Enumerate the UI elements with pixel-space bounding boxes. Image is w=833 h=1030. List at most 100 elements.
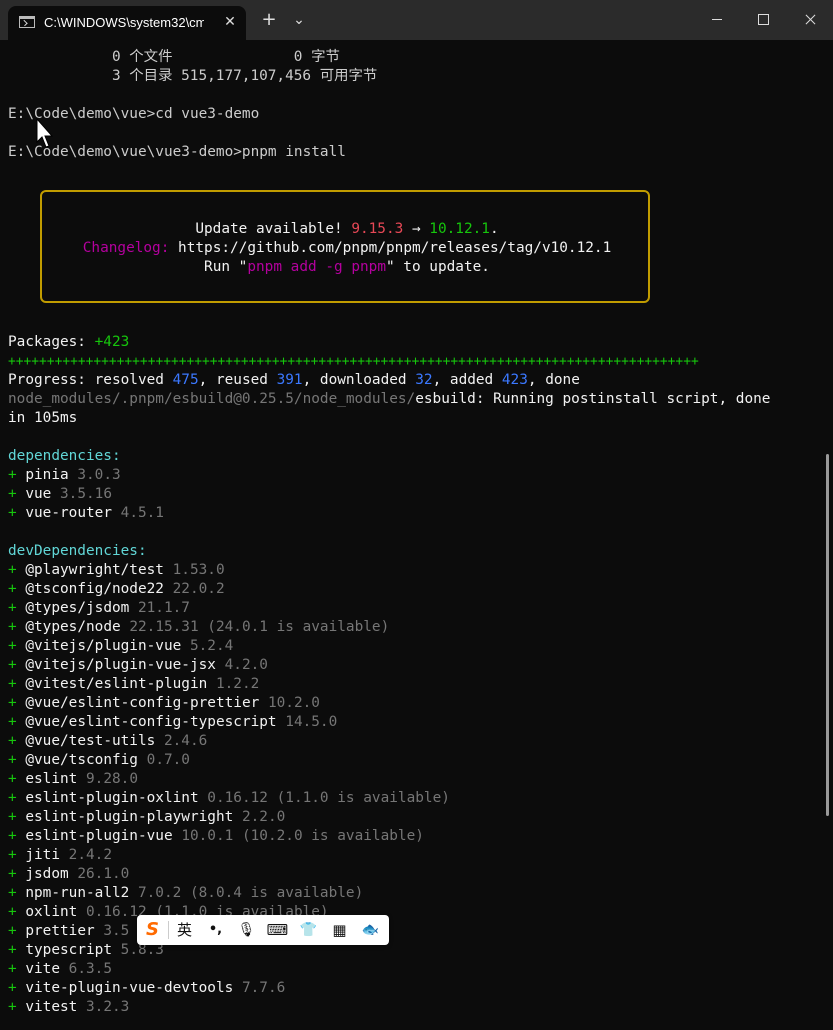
dev-dependencies-header: devDependencies: (8, 543, 147, 559)
update-notice-box: Update available! 9.15.3 → 10.12.1. Chan… (40, 190, 650, 303)
package-note: (1.1.0 is available) (267, 790, 450, 806)
package-version: 22.0.2 (172, 581, 225, 597)
package-row: + npm-run-all2 7.0.2 (8.0.4 is available… (8, 884, 363, 903)
package-row: + prettier 3.5 (8, 922, 129, 941)
sogou-logo-icon[interactable]: S (137, 915, 168, 945)
added-marker: + (8, 885, 17, 901)
title-bar: C:\WINDOWS\system32\cmd.e ✕ + ⌄ (0, 0, 833, 40)
added-marker: + (8, 752, 17, 768)
added-marker: + (8, 581, 17, 597)
microphone-icon[interactable]: 🎙 (231, 915, 262, 945)
ime-language-toggle[interactable]: 英 (169, 915, 200, 945)
package-version: 10.2.0 (267, 695, 320, 711)
added-marker: + (8, 866, 17, 882)
package-row: + vite 6.3.5 (8, 960, 112, 979)
package-row: + eslint 9.28.0 (8, 770, 138, 789)
package-version: 5.2.4 (189, 638, 234, 654)
tab-close-button[interactable]: ✕ (220, 12, 240, 32)
added-marker: + (8, 467, 17, 483)
package-row: + @types/jsdom 21.1.7 (8, 599, 190, 618)
added-marker: + (8, 695, 17, 711)
skin-icon[interactable]: 👕 (293, 915, 324, 945)
package-row: + @vue/test-utils 2.4.6 (8, 732, 207, 751)
package-version: 3.5 (103, 923, 130, 939)
package-name: @vue/eslint-config-typescript (25, 714, 277, 730)
package-row: + @playwright/test 1.53.0 (8, 561, 225, 580)
package-note: (24.0.1 is available) (198, 619, 390, 635)
package-name: @vue/tsconfig (25, 752, 138, 768)
package-version: 2.2.0 (241, 809, 286, 825)
toolbox-icon[interactable]: ▦ (324, 915, 355, 945)
changelog-line: Changelog: https://github.com/pnpm/pnpm/… (82, 240, 612, 256)
package-row: + @vue/tsconfig 0.7.0 (8, 751, 190, 770)
package-name: vue-router (25, 505, 112, 521)
package-row: + jsdom 26.1.0 (8, 865, 129, 884)
package-name: npm-run-all2 (25, 885, 130, 901)
package-version: 2.4.2 (68, 847, 112, 863)
package-version: 3.2.3 (86, 999, 130, 1015)
new-tab-button[interactable]: + (257, 8, 281, 32)
package-row: + vue-router 4.5.1 (8, 504, 164, 523)
package-row: + eslint-plugin-playwright 2.2.0 (8, 808, 285, 827)
progress-bar: ++++++++++++++++++++++++++++++++++++++++… (8, 354, 699, 369)
package-version: 21.1.7 (137, 600, 190, 616)
package-version: 7.7.6 (241, 980, 286, 996)
package-name: vitest (25, 999, 78, 1015)
ime-toolbar[interactable]: S 英 •, 🎙 ⌨ 👕 ▦ 🐟 (137, 915, 389, 945)
postinstall-time: in 105ms (8, 410, 78, 426)
added-marker: + (8, 714, 17, 730)
package-version: 3.0.3 (77, 467, 121, 483)
package-version: 2.4.6 (163, 733, 208, 749)
package-version: 10.0.1 (181, 828, 234, 844)
maximize-button[interactable] (740, 0, 786, 40)
package-name: prettier (25, 923, 95, 939)
minimize-button[interactable] (694, 0, 740, 40)
added-marker: + (8, 600, 17, 616)
package-row: + @vitejs/plugin-vue 5.2.4 (8, 637, 233, 656)
package-name: eslint (25, 771, 78, 787)
keyboard-icon[interactable]: ⌨ (262, 915, 293, 945)
added-marker: + (8, 676, 17, 692)
package-name: vite-plugin-vue-devtools (25, 980, 234, 996)
new-version: 10.12.1 (429, 221, 490, 237)
scrollbar[interactable] (826, 454, 829, 816)
added-marker: + (8, 999, 17, 1015)
package-name: oxlint (25, 904, 78, 920)
package-row: + @vue/eslint-config-prettier 10.2.0 (8, 694, 320, 713)
package-name: vue (25, 486, 52, 502)
packages-line: Packages: +423 (8, 334, 130, 350)
tab-dropdown-button[interactable]: ⌄ (287, 8, 311, 32)
package-name: @playwright/test (25, 562, 164, 578)
package-name: @vitest/eslint-plugin (25, 676, 208, 692)
package-version: 7.0.2 (137, 885, 182, 901)
added-marker: + (8, 942, 17, 958)
added-marker: + (8, 638, 17, 654)
package-version: 6.3.5 (68, 961, 112, 977)
added-marker: + (8, 904, 17, 920)
added-marker: + (8, 562, 17, 578)
added-marker: + (8, 847, 17, 863)
added-marker: + (8, 505, 17, 521)
close-window-button[interactable] (787, 0, 833, 40)
package-name: @types/node (25, 619, 121, 635)
package-note: (10.2.0 is available) (233, 828, 424, 844)
terminal-tab[interactable]: C:\WINDOWS\system32\cmd.e ✕ (8, 6, 246, 40)
run-update-line: Run "pnpm add -g pnpm" to update. (204, 259, 490, 275)
package-row: + eslint-plugin-oxlint 0.16.12 (1.1.0 is… (8, 789, 450, 808)
punctuation-icon[interactable]: •, (200, 915, 231, 945)
dirs-summary: 3 个目录 515,177,107,456 可用字节 (8, 68, 378, 84)
added-marker: + (8, 809, 17, 825)
files-summary: 0 个文件 0 字节 (8, 49, 340, 65)
package-name: eslint-plugin-oxlint (25, 790, 199, 806)
update-command: pnpm add -g pnpm (247, 259, 386, 275)
mascot-icon[interactable]: 🐟 (355, 915, 386, 945)
package-version: 3.5.16 (60, 486, 112, 502)
added-marker: + (8, 980, 17, 996)
progress-line: Progress: resolved 475, reused 391, down… (8, 372, 580, 388)
package-version: 1.53.0 (172, 562, 225, 578)
update-available-line: Update available! 9.15.3 → 10.12.1. (195, 221, 499, 237)
package-name: jiti (25, 847, 60, 863)
added-marker: + (8, 961, 17, 977)
package-name: @types/jsdom (25, 600, 130, 616)
package-row: + jiti 2.4.2 (8, 846, 112, 865)
